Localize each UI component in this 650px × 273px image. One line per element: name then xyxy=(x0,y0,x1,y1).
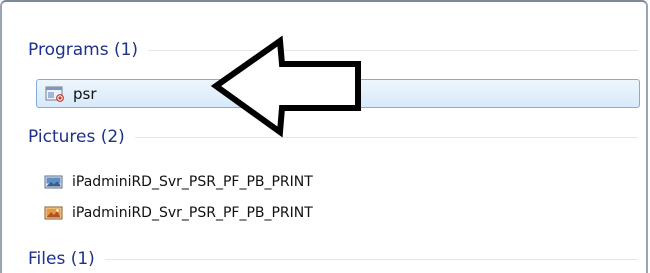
group-divider xyxy=(104,258,638,260)
group-title-pictures: Pictures (2) xyxy=(28,127,125,147)
search-results-panel: Programs (1) psr Pictures (2) iPadminiRD… xyxy=(0,0,648,273)
group-header-files: Files (1) xyxy=(28,248,638,270)
result-item-label: iPadminiRD_Svr_PSR_PF_PB_PRINT xyxy=(72,174,313,190)
result-item-picture-1[interactable]: iPadminiRD_Svr_PSR_PF_PB_PRINT xyxy=(38,169,313,195)
image-file-icon xyxy=(44,174,64,190)
left-arrow-icon xyxy=(210,35,361,138)
result-item-picture-2[interactable]: iPadminiRD_Svr_PSR_PF_PB_PRINT xyxy=(38,200,313,226)
result-item-label: psr xyxy=(73,84,97,103)
photo-file-icon xyxy=(44,205,64,221)
result-item-label: iPadminiRD_Svr_PSR_PF_PB_PRINT xyxy=(72,205,313,221)
program-icon xyxy=(45,86,65,102)
group-title-files: Files (1) xyxy=(28,249,95,269)
group-title-programs: Programs (1) xyxy=(28,40,139,60)
